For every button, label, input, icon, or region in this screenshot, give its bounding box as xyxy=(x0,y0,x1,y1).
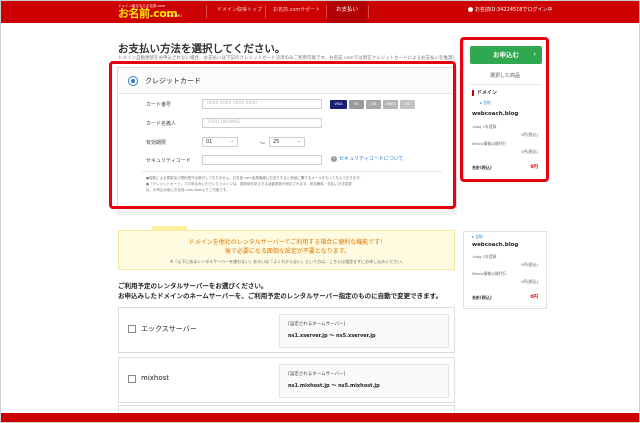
logo-sub: by GMO xyxy=(168,14,182,18)
page-title: お支払い方法を選択してください。 xyxy=(118,43,286,55)
total-value: 0円 xyxy=(530,295,538,300)
footer-bar xyxy=(1,413,639,422)
server-guide-line2: お申込みしたドメインのネームサーバーを、ご利用予定のレンタルサーバー指定のものに… xyxy=(118,292,443,300)
server-option-xserver[interactable]: エックスサーバー [設定されるネームサーバー] ns1.xserver.jp 〜… xyxy=(118,307,455,353)
nameserver-box: [設定されるネームサーバー] ns1.xserver.jp 〜 ns5.xser… xyxy=(279,314,449,348)
xserver-checkbox[interactable] xyxy=(128,325,136,333)
nameserver-value: ns1.mixhost.jp 〜 ns5.mixhost.jp xyxy=(288,383,380,389)
item-label: .blog 1年登録 xyxy=(472,254,497,259)
item-price: 0円(税込) xyxy=(521,279,538,284)
browser-frame: ドメイン取るならお名前.com お名前.com by GMO ドメイン取得トップ… xyxy=(0,0,640,423)
header-bar: ドメイン取るならお名前.com お名前.com by GMO ドメイン取得トップ… xyxy=(1,1,639,23)
domain-name: webcoach.blog xyxy=(472,242,519,248)
promo-line1: ドメインを他社のレンタルサーバーでご利用する場合に便利な機能です！ xyxy=(188,239,387,246)
annotation-highlight-sidebar xyxy=(460,37,549,182)
promo-box: ドメインを他社のレンタルサーバーでご利用する場合に便利な機能です！ 後で必要にな… xyxy=(118,230,455,270)
nav-separator xyxy=(206,5,207,18)
nameserver-heading: [設定されるネームサーバー] xyxy=(288,322,346,327)
server-name: エックスサーバー xyxy=(141,325,197,333)
remove-all-link[interactable]: ▸ 全削 xyxy=(472,234,483,240)
nav-support[interactable]: お名前.comサポート xyxy=(273,1,320,23)
server-name: mixhost xyxy=(141,374,170,382)
mixhost-checkbox[interactable] xyxy=(128,375,136,383)
server-option-mixhost[interactable]: mixhost [設定されるネームサーバー] ns1.mixhost.jp 〜 … xyxy=(118,357,455,403)
nameserver-value: ns1.xserver.jp 〜 ns5.xserver.jp xyxy=(288,333,376,339)
total-label: 合計(税込) xyxy=(472,295,492,300)
server-guide-line1: ご利用予定のレンタルサーバーをお選びください。 xyxy=(118,282,268,290)
nav-separator xyxy=(265,5,266,18)
nav-separator xyxy=(368,5,369,18)
promo-note: ※「以下にあるレンタルサーバーを使わない」あるいは「よくわからない」という方は、… xyxy=(169,259,406,264)
nav-domain-top[interactable]: ドメイン取得トップ xyxy=(217,1,262,23)
user-icon xyxy=(468,7,473,12)
promo-line2: 後で必要になる面倒な設定が不要となります。 xyxy=(224,248,351,255)
annotation-highlight-payment xyxy=(109,61,456,209)
nameserver-heading: [設定されるネームサーバー] xyxy=(288,372,346,377)
nameserver-box: [設定されるネームサーバー] ns1.mixhost.jp 〜 ns5.mixh… xyxy=(279,364,449,398)
item-price: 0円(税込) xyxy=(521,262,538,267)
nav-payment[interactable]: お支払い xyxy=(327,1,367,23)
user-text: お名前ID:34224518でログイン中 xyxy=(475,7,553,13)
order-summary-sticky: ▸ 全削 webcoach.blog .blog 1年登録 0円(税込) Who… xyxy=(463,231,547,309)
user-status[interactable]: お名前ID:34224518でログイン中 xyxy=(468,1,552,23)
item-label: Whois情報公開代行 xyxy=(472,271,507,276)
